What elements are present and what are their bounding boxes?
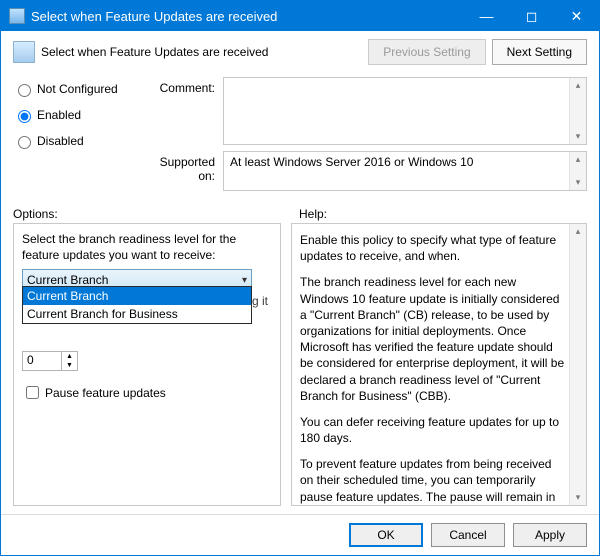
comment-scrollbar[interactable]: ▴▾ xyxy=(569,78,586,144)
dialog-buttons: OK Cancel Apply xyxy=(1,514,599,555)
spinner-down-icon[interactable]: ▼ xyxy=(62,361,77,370)
state-enabled-radio[interactable] xyxy=(18,110,31,123)
branch-readiness-label: Select the branch readiness level for th… xyxy=(22,232,272,263)
branch-readiness-dropdown-list[interactable]: Current Branch Current Branch for Busine… xyxy=(22,286,252,324)
help-p1: Enable this policy to specify what type … xyxy=(300,232,565,264)
state-disabled-radio[interactable] xyxy=(18,136,31,149)
supported-on-text: At least Windows Server 2016 or Windows … xyxy=(224,152,569,190)
dropdown-option-current-branch-business[interactable]: Current Branch for Business xyxy=(23,305,251,323)
state-enabled[interactable]: Enabled xyxy=(13,107,141,123)
defer-days-spinner[interactable]: 0 ▲ ▼ xyxy=(22,351,78,371)
comment-textarea[interactable]: ▴▾ xyxy=(223,77,587,145)
maximize-button[interactable]: ◻ xyxy=(509,1,554,31)
scroll-up-icon[interactable]: ▴ xyxy=(576,226,581,237)
policy-editor-window: Select when Feature Updates are received… xyxy=(0,0,600,556)
help-heading: Help: xyxy=(291,207,587,221)
pause-updates-row[interactable]: Pause feature updates xyxy=(22,383,272,402)
state-radio-group: Not Configured Enabled Disabled xyxy=(13,77,141,197)
state-not-configured[interactable]: Not Configured xyxy=(13,81,141,97)
help-p4: To prevent feature updates from being re… xyxy=(300,456,565,505)
scroll-up-icon[interactable]: ▴ xyxy=(576,154,581,165)
apply-button[interactable]: Apply xyxy=(513,523,587,547)
chevron-down-icon: ▾ xyxy=(242,275,247,286)
close-button[interactable]: ✕ xyxy=(554,1,599,31)
pause-updates-label: Pause feature updates xyxy=(45,386,166,400)
state-not-configured-label: Not Configured xyxy=(37,82,118,96)
state-enabled-label: Enabled xyxy=(37,108,81,122)
supported-label: Supported on: xyxy=(141,151,223,183)
comment-label: Comment: xyxy=(141,77,223,95)
scroll-down-icon[interactable]: ▾ xyxy=(576,131,581,142)
state-not-configured-radio[interactable] xyxy=(18,84,31,97)
ok-button[interactable]: OK xyxy=(349,523,423,547)
policy-header: Select when Feature Updates are received… xyxy=(1,31,599,73)
pause-updates-checkbox[interactable] xyxy=(26,386,39,399)
state-disabled[interactable]: Disabled xyxy=(13,133,141,149)
dropdown-option-current-branch[interactable]: Current Branch xyxy=(23,287,251,305)
previous-setting-button[interactable]: Previous Setting xyxy=(368,39,485,65)
policy-icon xyxy=(13,41,35,63)
scroll-down-icon[interactable]: ▾ xyxy=(576,177,581,188)
spinner-up-icon[interactable]: ▲ xyxy=(62,352,77,361)
window-icon xyxy=(9,8,25,24)
scroll-up-icon[interactable]: ▴ xyxy=(576,80,581,91)
supported-scrollbar[interactable]: ▴▾ xyxy=(569,152,586,190)
help-text: Enable this policy to specify what type … xyxy=(292,224,569,505)
options-heading: Options: xyxy=(13,207,291,221)
defer-days-value[interactable]: 0 xyxy=(23,352,61,370)
window-title: Select when Feature Updates are received xyxy=(31,9,464,24)
policy-title: Select when Feature Updates are received xyxy=(41,45,362,59)
supported-on-box: At least Windows Server 2016 or Windows … xyxy=(223,151,587,191)
next-setting-button[interactable]: Next Setting xyxy=(492,39,587,65)
help-scrollbar[interactable]: ▴▾ xyxy=(569,224,586,505)
scroll-down-icon[interactable]: ▾ xyxy=(576,492,581,503)
help-p2: The branch readiness level for each new … xyxy=(300,274,565,404)
help-p3: You can defer receiving feature updates … xyxy=(300,414,565,446)
help-panel: Enable this policy to specify what type … xyxy=(291,223,587,506)
state-disabled-label: Disabled xyxy=(37,134,84,148)
minimize-button[interactable]: ― xyxy=(464,1,509,31)
options-panel: Select the branch readiness level for th… xyxy=(13,223,281,506)
cancel-button[interactable]: Cancel xyxy=(431,523,505,547)
titlebar[interactable]: Select when Feature Updates are received… xyxy=(1,1,599,31)
